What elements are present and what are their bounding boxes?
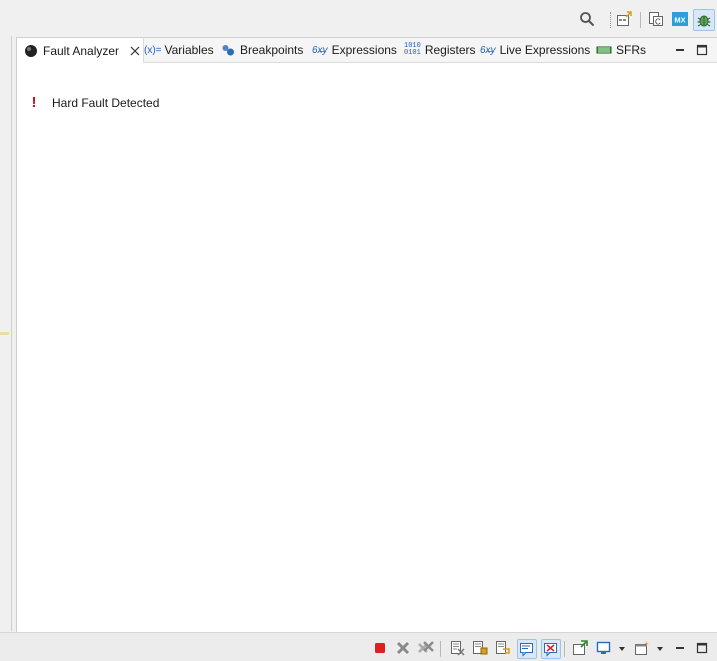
clear-console-icon[interactable]: [449, 640, 465, 656]
debug-view-panel: Fault Analyzer (x)= Variables Breakpoint…: [16, 37, 717, 633]
toolbar-separator: [440, 641, 441, 657]
remove-launch-icon[interactable]: [395, 640, 411, 656]
tab-label: Expressions: [331, 43, 397, 57]
search-icon[interactable]: [578, 10, 596, 28]
svg-text:+: +: [644, 640, 649, 648]
sfrs-icon: [596, 42, 612, 58]
mx-badge-text: MX: [674, 16, 685, 25]
word-wrap-icon[interactable]: [495, 640, 511, 656]
tab-live-expressions[interactable]: 6x̶y Live Expressions: [480, 38, 590, 62]
tab-label: Live Expressions: [499, 43, 591, 57]
maximize-icon[interactable]: [694, 640, 710, 656]
tab-expressions[interactable]: 6x̶y Expressions: [312, 38, 397, 62]
terminate-icon[interactable]: [372, 640, 388, 656]
tab-breakpoints[interactable]: Breakpoints: [220, 38, 303, 62]
toolbar-grip: [610, 12, 612, 28]
live-expressions-icon: 6x̶y: [480, 44, 496, 56]
tab-label: Fault Analyzer: [43, 43, 120, 58]
registers-icon: 1010 0101: [404, 42, 421, 57]
open-perspective-icon[interactable]: [615, 10, 633, 28]
maximize-icon[interactable]: [695, 43, 709, 57]
minimize-icon[interactable]: [673, 43, 687, 57]
top-toolbar: C MX: [0, 0, 717, 36]
error-exclamation-icon: !: [31, 94, 37, 111]
tab-registers[interactable]: 1010 0101 Registers: [404, 38, 476, 62]
show-console-on-stderr-icon[interactable]: [541, 639, 561, 659]
fault-message-text: Hard Fault Detected: [52, 95, 160, 110]
scroll-lock-icon[interactable]: [472, 640, 488, 656]
fault-analyzer-icon: [23, 43, 39, 59]
tab-label: Registers: [424, 43, 476, 57]
svg-text:C: C: [655, 18, 661, 27]
view-tab-bar: Fault Analyzer (x)= Variables Breakpoint…: [17, 38, 717, 63]
bottom-toolbar: +: [0, 632, 717, 661]
tab-sfrs[interactable]: SFRs: [596, 38, 646, 62]
variables-icon: (x)=: [144, 44, 162, 56]
chevron-down-icon[interactable]: [657, 647, 663, 651]
tab-label: Variables: [164, 43, 214, 57]
breakpoints-icon: [220, 42, 236, 58]
pin-console-icon[interactable]: [572, 640, 588, 656]
tab-variables[interactable]: (x)= Variables: [144, 38, 214, 62]
minimize-icon[interactable]: [672, 640, 688, 656]
expressions-icon: 6x̶y: [312, 44, 328, 56]
c-cpp-perspective-icon[interactable]: C: [647, 10, 665, 28]
display-selected-console-icon[interactable]: [596, 640, 612, 656]
debug-perspective-icon[interactable]: [693, 9, 715, 31]
remove-all-terminated-icon[interactable]: [418, 640, 434, 656]
overview-ruler-marker: [0, 332, 9, 335]
left-editor-strip: [0, 36, 12, 631]
show-console-on-stdout-icon[interactable]: [517, 639, 537, 659]
close-icon[interactable]: [128, 44, 142, 58]
tab-fault-analyzer[interactable]: Fault Analyzer: [17, 38, 144, 63]
fault-message: ! Hard Fault Detected: [29, 94, 160, 111]
cubemx-perspective-icon[interactable]: MX: [671, 10, 689, 28]
open-console-icon[interactable]: +: [634, 640, 650, 656]
chevron-down-icon[interactable]: [619, 647, 625, 651]
tab-label: SFRs: [616, 43, 646, 57]
tab-label: Breakpoints: [240, 43, 304, 57]
toolbar-separator: [564, 641, 565, 657]
toolbar-separator: [640, 12, 641, 28]
